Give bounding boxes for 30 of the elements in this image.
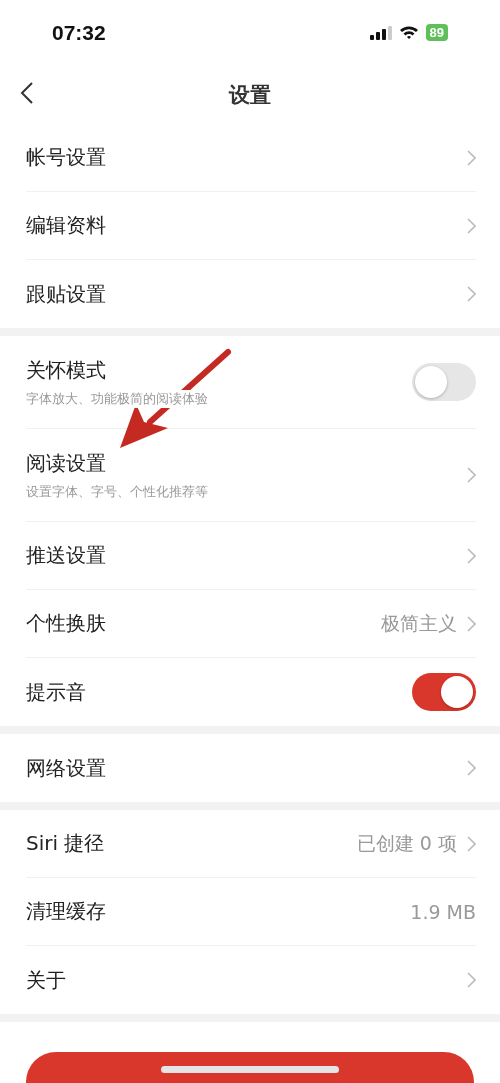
row-title: 编辑资料 [26, 212, 106, 239]
settings-row[interactable]: 编辑资料 [26, 192, 476, 260]
row-value: 极简主义 [381, 610, 457, 636]
status-time: 07:32 [52, 20, 106, 45]
row-title: 推送设置 [26, 542, 106, 569]
settings-row[interactable]: 帐号设置 [26, 124, 476, 192]
settings-row[interactable]: 跟贴设置 [26, 260, 476, 328]
row-title: 帐号设置 [26, 144, 106, 171]
settings-row[interactable]: 关怀模式 字体放大、功能极简的阅读体验 [26, 336, 476, 429]
row-title: 个性换肤 [26, 610, 106, 637]
row-title: 跟贴设置 [26, 280, 106, 308]
row-value: 1.9 MB [410, 900, 476, 923]
row-subtitle: 字体放大、功能极简的阅读体验 [26, 389, 208, 408]
row-title: 网络设置 [26, 754, 106, 782]
settings-row[interactable]: 提示音 [26, 658, 476, 726]
row-title: 提示音 [26, 678, 86, 706]
row-title: 关于 [26, 966, 66, 994]
row-subtitle: 设置字体、字号、个性化推荐等 [26, 482, 208, 501]
row-value: 已创建 0 项 [356, 830, 457, 856]
battery-level: 89 [425, 24, 448, 41]
row-title: 关怀模式 [26, 356, 107, 384]
settings-row[interactable]: 推送设置 [26, 522, 476, 590]
settings-row[interactable]: Siri 捷径 已创建 0 项 [26, 810, 476, 878]
settings-row[interactable]: 个性换肤 极简主义 [26, 590, 476, 658]
settings-row[interactable]: 清理缓存 1.9 MB [26, 878, 476, 946]
row-title: 清理缓存 [26, 898, 106, 925]
row-title: 阅读设置 [26, 449, 107, 477]
row-title: Siri 捷径 [26, 830, 105, 857]
settings-row[interactable]: 关于 [26, 946, 476, 1014]
page-title: 设置 [229, 81, 271, 109]
